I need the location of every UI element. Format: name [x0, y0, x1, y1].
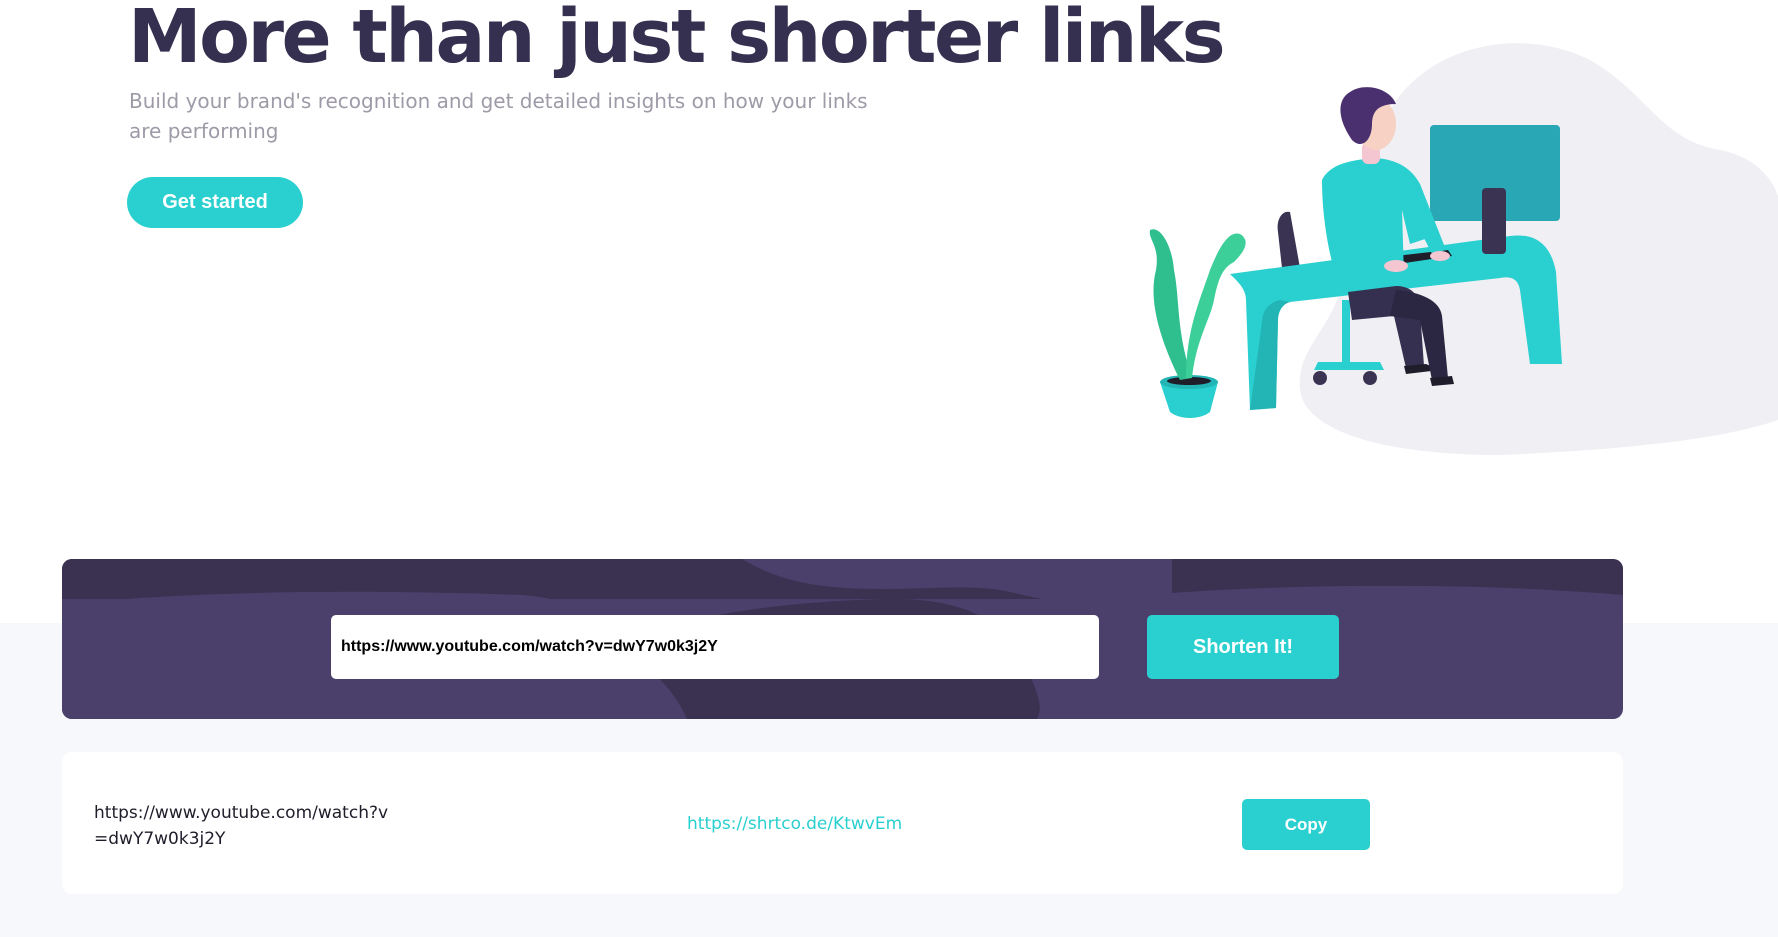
shorten-panel: Shorten It! [62, 559, 1623, 719]
shorten-button[interactable]: Shorten It! [1147, 615, 1339, 679]
person-working-illustration [1140, 20, 1778, 470]
result-card: https://www.youtube.com/watch?v=dwY7w0k3… [62, 752, 1623, 894]
hero-subtitle: Build your brand's recognition and get d… [129, 89, 868, 143]
url-input[interactable] [331, 615, 1099, 679]
short-url-link[interactable]: https://shrtco.de/KtwvEm [687, 814, 902, 834]
get-started-button[interactable]: Get started [127, 177, 303, 228]
hero-title: More than just shorter links [128, 0, 1226, 80]
original-url: https://www.youtube.com/watch?v=dwY7w0k3… [94, 803, 389, 849]
copy-button[interactable]: Copy [1242, 799, 1370, 850]
